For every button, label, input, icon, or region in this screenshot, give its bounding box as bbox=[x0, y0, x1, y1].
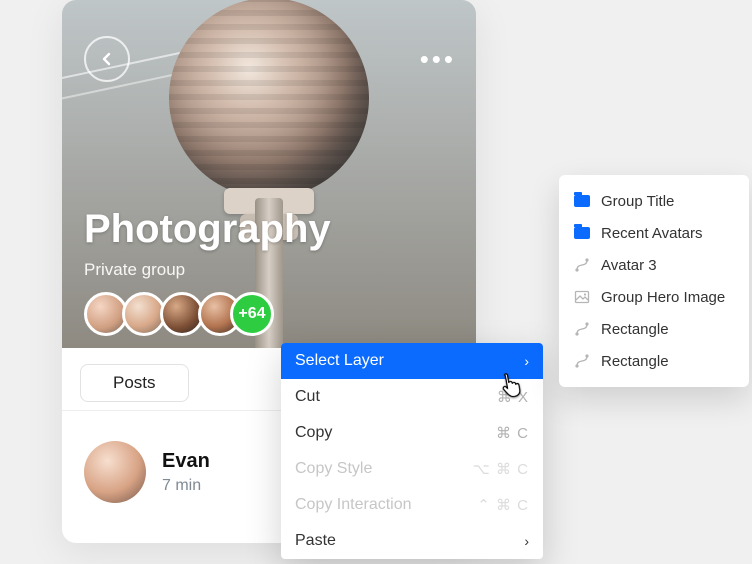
menu-item-select-layer[interactable]: Select Layer › bbox=[281, 343, 543, 379]
layer-item-recent-avatars[interactable]: Recent Avatars bbox=[559, 217, 749, 249]
layer-label: Recent Avatars bbox=[601, 225, 702, 242]
chevron-left-icon bbox=[99, 51, 115, 67]
group-hero-image: ••• Photography Private group +64 bbox=[62, 0, 476, 348]
layer-label: Rectangle bbox=[601, 353, 669, 370]
tab-posts[interactable]: Posts bbox=[80, 364, 189, 402]
folder-icon bbox=[573, 224, 591, 242]
menu-item-cut[interactable]: Cut ⌘ X bbox=[281, 379, 543, 415]
back-button[interactable] bbox=[84, 36, 130, 82]
post-author-name: Evan bbox=[162, 450, 210, 473]
menu-item-label: Copy Interaction bbox=[295, 496, 412, 514]
avatar[interactable] bbox=[84, 441, 146, 503]
menu-item-label: Paste bbox=[295, 532, 336, 550]
layer-label: Rectangle bbox=[601, 321, 669, 338]
layer-label: Group Title bbox=[601, 193, 674, 210]
group-subtitle: Private group bbox=[84, 260, 185, 280]
keyboard-shortcut: ⌘ C bbox=[496, 424, 529, 442]
chevron-right-icon: › bbox=[524, 353, 529, 369]
menu-item-label: Cut bbox=[295, 388, 320, 406]
menu-item-copy[interactable]: Copy ⌘ C bbox=[281, 415, 543, 451]
image-icon bbox=[573, 288, 591, 306]
bezier-icon bbox=[573, 352, 591, 370]
layer-item-group-hero-image[interactable]: Group Hero Image bbox=[559, 281, 749, 313]
layers-submenu: Group Title Recent Avatars Avatar 3 Grou… bbox=[559, 175, 749, 387]
group-title: Photography bbox=[84, 207, 331, 252]
more-button[interactable]: ••• bbox=[420, 46, 456, 72]
folder-icon bbox=[573, 192, 591, 210]
recent-avatars: +64 bbox=[84, 292, 274, 336]
layer-item-avatar-3[interactable]: Avatar 3 bbox=[559, 249, 749, 281]
bezier-icon bbox=[573, 320, 591, 338]
context-menu: Select Layer › Cut ⌘ X Copy ⌘ C Copy Sty… bbox=[281, 343, 543, 559]
keyboard-shortcut: ⌥ ⌘ C bbox=[473, 460, 529, 478]
layer-item-group-title[interactable]: Group Title bbox=[559, 185, 749, 217]
menu-item-label: Copy bbox=[295, 424, 332, 442]
menu-item-copy-style: Copy Style ⌥ ⌘ C bbox=[281, 451, 543, 487]
menu-item-copy-interaction: Copy Interaction ⌃ ⌘ C bbox=[281, 487, 543, 523]
menu-item-label: Select Layer bbox=[295, 352, 384, 370]
layer-label: Avatar 3 bbox=[601, 257, 657, 274]
keyboard-shortcut: ⌃ ⌘ C bbox=[477, 496, 529, 514]
layer-label: Group Hero Image bbox=[601, 289, 725, 306]
layer-item-rectangle[interactable]: Rectangle bbox=[559, 345, 749, 377]
dots-icon: ••• bbox=[420, 44, 456, 74]
avatar-more-count[interactable]: +64 bbox=[230, 292, 274, 336]
menu-item-label: Copy Style bbox=[295, 460, 372, 478]
chevron-right-icon: › bbox=[524, 533, 529, 549]
bezier-icon bbox=[573, 256, 591, 274]
keyboard-shortcut: ⌘ X bbox=[497, 388, 529, 406]
layer-item-rectangle[interactable]: Rectangle bbox=[559, 313, 749, 345]
menu-item-paste[interactable]: Paste › bbox=[281, 523, 543, 559]
post-timestamp: 7 min bbox=[162, 477, 210, 495]
